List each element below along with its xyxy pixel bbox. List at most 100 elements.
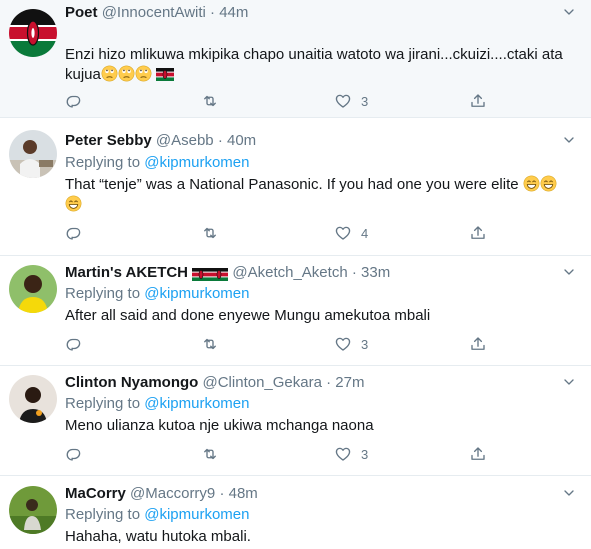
reply-button[interactable] [65, 444, 83, 464]
display-name[interactable]: Poet [65, 4, 98, 21]
face-with-rolling-eyes-icon [135, 65, 152, 82]
timestamp[interactable]: 48m [229, 485, 258, 502]
face-with-rolling-eyes-icon [118, 65, 135, 82]
tweet-header: Peter Sebby @Asebb · 40m [65, 131, 256, 151]
retweet-icon [201, 445, 219, 463]
kenya-flag-icon [156, 68, 174, 81]
tweet-text-content: After all said and done enyewe Mungu ame… [65, 307, 431, 324]
mention-link[interactable]: @kipmurkomen [144, 506, 249, 523]
like-button[interactable]: 4 [334, 223, 368, 243]
grinning-face-icon [540, 175, 557, 192]
avatar[interactable] [9, 130, 57, 178]
share-button[interactable] [469, 334, 487, 354]
heart-icon [334, 92, 352, 110]
like-button[interactable]: 3 [334, 444, 368, 464]
like-count: 4 [361, 225, 369, 241]
reply-icon [65, 92, 83, 110]
separator-dot: · [351, 264, 357, 281]
tweet-text: After all said and done enyewe Mungu ame… [65, 306, 570, 326]
chevron-down-icon[interactable] [561, 374, 577, 390]
timestamp[interactable]: 27m [335, 374, 364, 391]
avatar[interactable] [9, 375, 57, 423]
share-icon [469, 445, 487, 463]
tweet[interactable]: MaCorry @Maccorry9 · 48m Replying to @ki… [0, 476, 591, 549]
tweet-text: That “tenje” was a National Panasonic. I… [65, 175, 570, 215]
like-count: 3 [361, 93, 369, 109]
tweet[interactable]: Poet @InnocentAwiti · 44m Enzi hizo mlik… [0, 0, 591, 118]
mention-link[interactable]: @kipmurkomen [144, 285, 249, 302]
timestamp[interactable]: 44m [219, 4, 248, 21]
separator-dot: · [210, 4, 216, 21]
profile-photo-icon [9, 375, 57, 423]
heart-icon [334, 335, 352, 353]
tweet-text: Meno ulianza kutoa nje ukiwa mchanga nao… [65, 416, 570, 436]
chevron-down-icon[interactable] [561, 485, 577, 501]
like-button[interactable]: 3 [334, 334, 368, 354]
heart-icon [334, 445, 352, 463]
tweet-text: Hahaha, watu hutoka mbali. [65, 527, 570, 547]
tweet-text-content: Meno ulianza kutoa nje ukiwa mchanga nao… [65, 417, 374, 434]
reply-button[interactable] [65, 91, 83, 111]
avatar[interactable] [9, 265, 57, 313]
share-icon [469, 92, 487, 110]
retweet-icon [201, 92, 219, 110]
tweet-header: Clinton Nyamongo @Clinton_Gekara · 27m [65, 373, 364, 393]
tweet-header: MaCorry @Maccorry9 · 48m [65, 484, 258, 504]
like-count: 3 [361, 336, 369, 352]
heart-icon [334, 224, 352, 242]
user-handle[interactable]: @Clinton_Gekara [203, 374, 322, 391]
user-handle[interactable]: @Asebb [156, 132, 214, 149]
name-flags [192, 265, 228, 285]
separator-dot: · [217, 132, 223, 149]
mention-link[interactable]: @kipmurkomen [144, 395, 249, 412]
replying-to-label: Replying to [65, 154, 145, 171]
share-button[interactable] [469, 91, 487, 111]
reply-button[interactable] [65, 334, 83, 354]
share-icon [469, 335, 487, 353]
display-name[interactable]: Peter Sebby [65, 132, 152, 149]
display-name[interactable]: Martin's AKETCH [65, 264, 188, 281]
separator-dot: · [326, 374, 332, 391]
share-button[interactable] [469, 444, 487, 464]
tweet-actions: 3 [65, 91, 485, 111]
retweet-icon [201, 224, 219, 242]
display-name[interactable]: MaCorry [65, 485, 126, 502]
user-handle[interactable]: @Maccorry9 [130, 485, 215, 502]
display-name[interactable]: Clinton Nyamongo [65, 374, 198, 391]
user-handle[interactable]: @Aketch_Aketch [232, 264, 347, 281]
user-handle[interactable]: @InnocentAwiti [102, 4, 206, 21]
tweet[interactable]: Clinton Nyamongo @Clinton_Gekara · 27m R… [0, 366, 591, 476]
replying-to: Replying to @kipmurkomen [65, 284, 249, 304]
reply-icon [65, 224, 83, 242]
profile-photo-icon [9, 265, 57, 313]
tweet-feed: Poet @InnocentAwiti · 44m Enzi hizo mlik… [0, 0, 591, 549]
chevron-down-icon[interactable] [561, 264, 577, 280]
reply-button[interactable] [65, 223, 83, 243]
retweet-button[interactable] [201, 444, 219, 464]
tweet-text-content: That “tenje” was a National Panasonic. I… [65, 176, 519, 193]
retweet-button[interactable] [201, 91, 219, 111]
mention-link[interactable]: @kipmurkomen [144, 154, 249, 171]
avatar[interactable] [9, 9, 57, 57]
tweet-actions: 3 [65, 444, 485, 464]
chevron-down-icon[interactable] [561, 4, 577, 20]
retweet-button[interactable] [201, 334, 219, 354]
tweet-actions: 4 [65, 223, 485, 243]
replying-to-label: Replying to [65, 285, 145, 302]
tweet[interactable]: Martin's AKETCH @Aketch_Aketch · 33m Rep… [0, 256, 591, 366]
avatar[interactable] [9, 486, 57, 534]
grinning-face-icon [65, 195, 82, 212]
tweet-text-content: Hahaha, watu hutoka mbali. [65, 528, 251, 545]
profile-photo-icon [9, 486, 57, 534]
timestamp[interactable]: 40m [227, 132, 256, 149]
retweet-button[interactable] [201, 223, 219, 243]
like-button[interactable]: 3 [334, 91, 368, 111]
tweet[interactable]: Peter Sebby @Asebb · 40m Replying to @ki… [0, 118, 591, 256]
tweet-header: Poet @InnocentAwiti · 44m [65, 3, 248, 23]
share-button[interactable] [469, 223, 487, 243]
chevron-down-icon[interactable] [561, 132, 577, 148]
replying-to-label: Replying to [65, 506, 145, 523]
timestamp[interactable]: 33m [361, 264, 390, 281]
tweet-text: Enzi hizo mlikuwa mkipika chapo unaitia … [65, 45, 570, 85]
reply-icon [65, 445, 83, 463]
